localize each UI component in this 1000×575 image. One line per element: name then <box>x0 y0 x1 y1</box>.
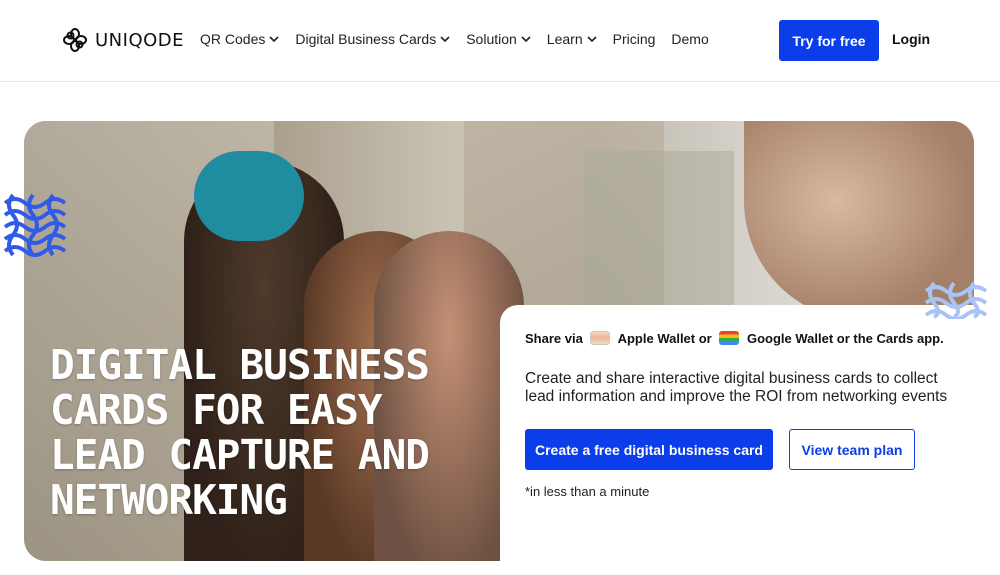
share-via-text: Share via Apple Wallet or Google Wallet … <box>525 331 956 347</box>
nav-item-digital-business-cards[interactable]: Digital Business Cards <box>295 31 450 47</box>
view-team-plan-button[interactable]: View team plan <box>789 429 915 470</box>
share-prefix: Share via <box>525 331 583 346</box>
brand-name: UNIQODE <box>95 29 185 51</box>
chevron-down-icon <box>521 36 531 43</box>
nav-item-solution[interactable]: Solution <box>466 31 531 47</box>
hero-description: Create and share interactive digital bus… <box>525 370 948 405</box>
apple-wallet-icon <box>590 331 611 345</box>
nav-item-qr-codes[interactable]: QR Codes <box>200 31 279 47</box>
nav-item-learn[interactable]: Learn <box>547 31 597 47</box>
brand-logo[interactable]: UNIQODE <box>61 27 184 53</box>
nav-label: Pricing <box>612 31 656 47</box>
chevron-down-icon <box>440 36 450 43</box>
knot-decoration-icon <box>924 281 988 319</box>
google-wallet-icon <box>719 331 740 345</box>
nav-label: QR Codes <box>200 31 266 47</box>
chevron-down-icon <box>269 36 279 43</box>
hero-info-card: Share via Apple Wallet or Google Wallet … <box>500 305 980 575</box>
nav-item-pricing[interactable]: Pricing <box>613 31 656 47</box>
login-button[interactable]: Login <box>892 31 930 47</box>
hero-photo-hair <box>194 151 304 241</box>
chevron-down-icon <box>587 36 597 43</box>
knot-decoration-icon <box>3 193 67 257</box>
nav-item-demo[interactable]: Demo <box>671 31 708 47</box>
google-wallet-label: Google Wallet or the Cards app. <box>746 331 944 346</box>
nav-label: Solution <box>466 31 517 47</box>
apple-wallet-label: Apple Wallet or <box>617 331 712 346</box>
top-navigation-bar: UNIQODE QR Codes Digital Business Cards … <box>0 0 1000 82</box>
nav-label: Demo <box>671 31 709 47</box>
footnote-text: *in less than a minute <box>525 484 650 499</box>
try-for-free-button[interactable]: Try for free <box>779 20 879 61</box>
cta-button-row: Create a free digital business card View… <box>525 429 956 470</box>
uniqode-logo-icon <box>63 28 87 52</box>
nav-label: Learn <box>546 31 583 47</box>
hero-title: DIGITAL BUSINESS CARDS FOR EASY LEAD CAP… <box>50 341 430 524</box>
nav-label: Digital Business Cards <box>295 31 437 47</box>
main-nav: QR Codes Digital Business Cards Solution… <box>200 31 709 47</box>
create-free-card-button[interactable]: Create a free digital business card <box>525 429 773 470</box>
